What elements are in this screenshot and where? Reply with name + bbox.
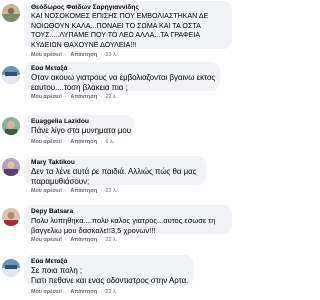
reply-button[interactable]: Απάντηση: [70, 94, 97, 100]
like-button[interactable]: Μου αρέσει!: [31, 52, 62, 58]
avatar[interactable]: [2, 158, 20, 176]
avatar[interactable]: [2, 4, 20, 22]
reply-button[interactable]: Απάντηση: [70, 52, 97, 58]
comment-text-line: εαυτου....τοση βλακεια πια ;: [31, 82, 128, 92]
comment-actions: Μου αρέσει! · Απάντηση · 22 λ.: [31, 188, 118, 194]
comment-bubble: Εύα Μεταξά Σε ποια πολη ; Γιατι πεθανε κ…: [24, 255, 194, 285]
comment-text-line: Δεν τα λένε αυτά ρε παιδιά. Αλλιώς πώς θ…: [31, 167, 197, 176]
comment-timestamp[interactable]: 6 λ.: [106, 139, 115, 145]
comment-timestamp[interactable]: 22 λ.: [106, 94, 118, 100]
comment-bubble: Euaggelia Lazidou Πάνε λίγο στα μυνηματα…: [24, 115, 134, 135]
like-button[interactable]: Μου αρέσει!: [31, 188, 62, 194]
comment-text-line: Πάνε λίγο στα μυνηματα μου: [31, 126, 132, 135]
comment-text-line: Σε ποια πολη ;: [31, 266, 83, 275]
avatar[interactable]: [2, 117, 20, 135]
comment-text-line: ΚΥΔΕΙΩΝ ΘΑΧΟΥΝΕ ΔΟΥΛΕΙΑ!!!: [31, 40, 137, 49]
comment-author[interactable]: Euaggelia Lazidou: [31, 117, 127, 126]
comment-actions: Μου αρέσει! · Απάντηση · 6 λ.: [31, 139, 115, 145]
comment-bubble: Depy Batsara Πολυ λυπηθηκα....πολυ καλος…: [24, 205, 232, 235]
comment-author[interactable]: Depy Batsara: [31, 207, 225, 216]
reply-button[interactable]: Απάντηση: [70, 139, 97, 145]
comment-author[interactable]: Εύα Μεταξά: [31, 257, 187, 266]
like-button[interactable]: Μου αρέσει!: [31, 94, 62, 100]
comment-bubble: Mary Taktikou Δεν τα λένε αυτά ρε παιδιά…: [24, 156, 206, 186]
comment-actions: Μου αρέσει! · Απάντηση · 22 λ.: [31, 94, 118, 100]
like-button[interactable]: Μου αρέσει!: [31, 139, 62, 145]
comment-author[interactable]: Mary Taktikou: [31, 158, 199, 167]
reply-button[interactable]: Απάντηση: [70, 289, 97, 295]
comment-bubble: Εύα Μεταξά Οταν ακουω γιατρους να εμβολι…: [24, 62, 220, 92]
comment-text-line: Πολυ λυπηθηκα....πολυ καλος γιατρος...αυ…: [31, 216, 216, 225]
comment-text-line: βαγγελιω μου δασκαλε!!3,5 χρονων!!!: [31, 225, 156, 235]
reply-button[interactable]: Απάντηση: [70, 237, 97, 243]
comment-author[interactable]: Θεόδωρος Φαίδων Σαρηγιαννίδης: [31, 3, 225, 12]
comment-bubble: Θεόδωρος Φαίδων Σαρηγιαννίδης ΚΑΙ ΝΟΣΟΚΟ…: [24, 1, 232, 49]
avatar[interactable]: [2, 259, 20, 277]
avatar[interactable]: [2, 66, 20, 84]
avatar[interactable]: [2, 208, 20, 226]
comment-text-line: παραμυθιάσουν;: [31, 176, 90, 186]
comment-text-line: ΚΑΙ ΝΟΣΟΚΟΜΕΣ ΕΠΙΣΗΣ ΠΟΥ ΕΜΒΟΛΙΑΣΤΗΚΑΝ Δ…: [31, 12, 209, 20]
reply-button[interactable]: Απάντηση: [70, 188, 97, 194]
comment-text-line: ΝΟΙΩΘΟΥΝ ΚΑΛΑ...ΠΟΝΑΕΙ ΤΟ ΣΩΜΑ ΚΑΙ ΤΑ ΟΣ…: [31, 21, 201, 30]
comment-timestamp[interactable]: 23 λ.: [106, 52, 118, 58]
like-button[interactable]: Μου αρέσει!: [31, 237, 62, 243]
comment-actions: Μου αρέσει! · Απάντηση · 22 λ.: [31, 237, 118, 243]
comment-text-line: ΤΟΥΣ.....ΛΥΠΑΜΕ ΠΟΥ ΤΟ ΛΕΩ ΑΛΛΑ...ΤΑ ΓΡΑ…: [31, 31, 201, 40]
comment-timestamp[interactable]: 22 λ.: [106, 289, 118, 295]
like-button[interactable]: Μου αρέσει!: [31, 289, 62, 295]
comment-timestamp[interactable]: 22 λ.: [106, 237, 118, 243]
comment-actions: Μου αρέσει! · Απάντηση · 22 λ.: [31, 289, 118, 295]
comment-text-line: Οταν ακουω γιατρους να εμβολιαζονται βγα…: [31, 73, 216, 82]
comment-author[interactable]: Εύα Μεταξά: [31, 64, 213, 73]
comment-actions: Μου αρέσει! · Απάντηση · 23 λ.: [31, 52, 118, 58]
comment-timestamp[interactable]: 22 λ.: [106, 188, 118, 194]
comment-text-line: Γιατι πεθανε και ενας οδοντιατρος στην Α…: [31, 275, 189, 285]
